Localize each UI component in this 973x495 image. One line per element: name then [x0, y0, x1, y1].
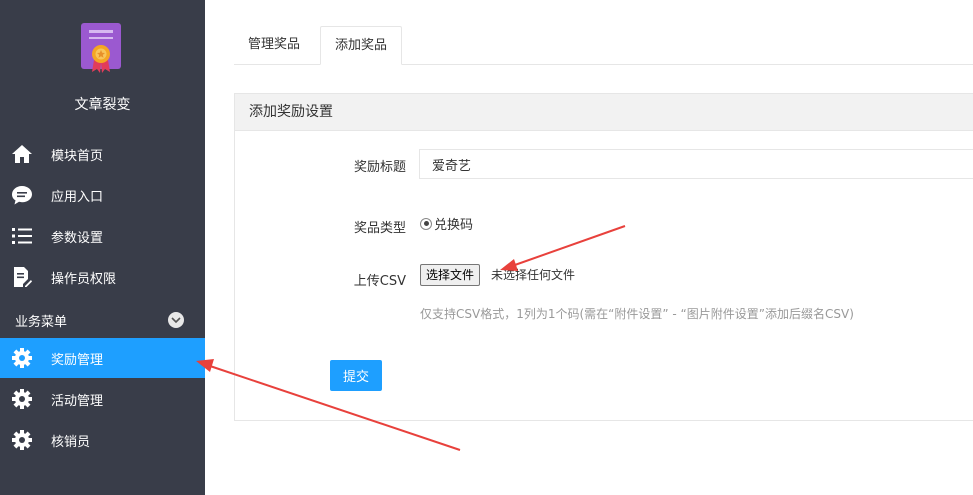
edit-doc-icon: [10, 265, 34, 289]
gear-icon: [10, 387, 34, 411]
sidebar-item-label: 模块首页: [51, 148, 104, 164]
radio-option-label: 兑换码: [434, 218, 474, 233]
sidebar-item-label: 活动管理: [51, 393, 104, 409]
tab-bar: 管理奖品 添加奖品: [234, 26, 973, 65]
radio-checked-icon: [420, 217, 432, 230]
panel-title: 添加奖励设置: [235, 94, 973, 131]
sidebar-item-label: 奖励管理: [51, 352, 104, 368]
choose-file-button[interactable]: 选择文件: [420, 264, 481, 286]
add-reward-panel: 添加奖励设置 奖励标题 奖品类型 兑换码 上传CSV 选择文件 未选择任何文件 …: [234, 93, 973, 421]
home-icon: [10, 142, 34, 166]
sidebar-item-activity-management[interactable]: 活动管理: [0, 379, 205, 419]
sidebar-item-settings[interactable]: 参数设置: [0, 216, 205, 256]
upload-hint: 仅支持CSV格式，1列为1个码(需在“附件设置” - “图片附件设置”添加后缀名…: [420, 307, 854, 321]
chevron-down-icon[interactable]: [168, 312, 184, 328]
upload-csv-label: 上传CSV: [353, 274, 406, 289]
file-status: 未选择任何文件: [491, 268, 576, 282]
sidebar-item-app-entry[interactable]: 应用入口: [0, 175, 205, 215]
sidebar-item-label: 参数设置: [51, 230, 104, 246]
certificate-logo-icon: [81, 23, 121, 73]
sidebar-item-reward-management[interactable]: 奖励管理: [0, 338, 205, 378]
sidebar-item-label: 应用入口: [51, 189, 104, 205]
tab-manage-prizes[interactable]: 管理奖品: [234, 26, 314, 63]
business-menu-title: 业务菜单: [15, 315, 68, 330]
sidebar-item-label: 核销员: [51, 434, 91, 450]
sidebar-item-verifier[interactable]: 核销员: [0, 420, 205, 460]
chat-icon: [10, 183, 34, 207]
prize-type-label: 奖品类型: [353, 221, 406, 236]
reward-title-input[interactable]: [419, 149, 973, 179]
prize-type-radio-redeem-code[interactable]: 兑换码: [420, 214, 473, 233]
gear-icon: [10, 346, 34, 370]
sidebar: 文章裂变 模块首页 应用入口 参数设置 操作员权限 业务菜单 奖励管理 活动管理…: [0, 0, 205, 495]
submit-button[interactable]: 提交: [330, 360, 382, 391]
gear-icon: [10, 428, 34, 452]
sidebar-item-home[interactable]: 模块首页: [0, 134, 205, 174]
reward-title-label: 奖励标题: [353, 160, 406, 175]
app-title: 文章裂变: [74, 97, 131, 113]
sidebar-item-operator-permissions[interactable]: 操作员权限: [0, 257, 205, 297]
sidebar-item-label: 操作员权限: [51, 271, 117, 287]
list-icon: [10, 224, 34, 248]
tab-add-prize[interactable]: 添加奖品: [320, 26, 403, 65]
